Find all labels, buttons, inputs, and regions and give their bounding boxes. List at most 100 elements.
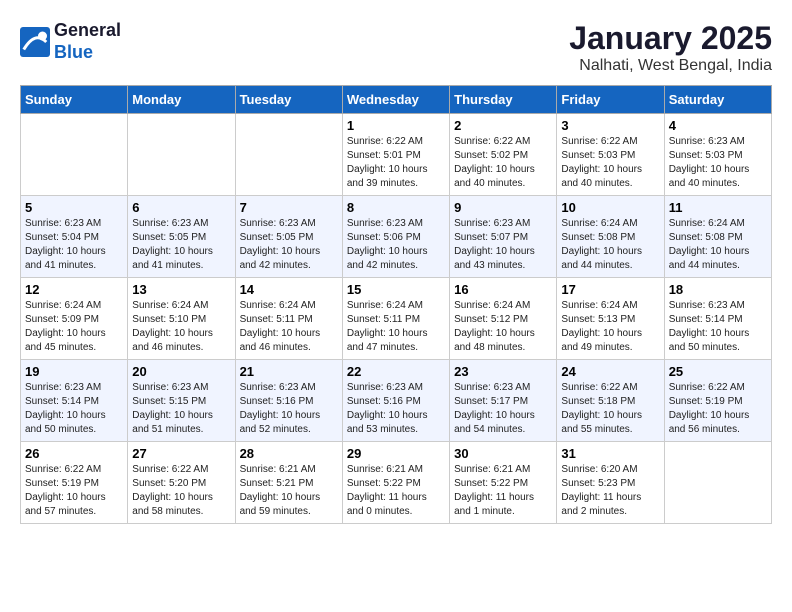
calendar-week-row: 19Sunrise: 6:23 AM Sunset: 5:14 PM Dayli… xyxy=(21,360,772,442)
calendar-cell: 28 Sunrise: 6:21 AM Sunset: 5:21 PM Dayli… xyxy=(235,442,342,524)
calendar-cell: 19Sunrise: 6:23 AM Sunset: 5:14 PM Dayli… xyxy=(21,360,128,442)
calendar-cell: 11Sunrise: 6:24 AM Sunset: 5:08 PM Dayli… xyxy=(664,196,771,278)
calendar-cell: 17Sunrise: 6:24 AM Sunset: 5:13 PM Dayli… xyxy=(557,278,664,360)
day-number: 23 xyxy=(454,364,552,379)
calendar-cell: 2 Sunrise: 6:22 AM Sunset: 5:02 PM Daylig… xyxy=(450,114,557,196)
calendar-cell: 8Sunrise: 6:23 AM Sunset: 5:06 PM Daylig… xyxy=(342,196,449,278)
weekday-header-monday: Monday xyxy=(128,86,235,114)
day-info: Sunrise: 6:21 AM Sunset: 5:22 PM Dayligh… xyxy=(347,463,445,519)
logo: General Blue xyxy=(20,20,121,63)
day-number: 29 xyxy=(347,446,445,461)
day-number: 15 xyxy=(347,282,445,297)
calendar-cell: 22 Sunrise: 6:23 AM Sunset: 5:16 PM Dayli… xyxy=(342,360,449,442)
calendar-cell xyxy=(21,114,128,196)
day-number: 12 xyxy=(25,282,123,297)
weekday-header-wednesday: Wednesday xyxy=(342,86,449,114)
day-info: Sunrise: 6:23 AM Sunset: 5:14 PM Dayligh… xyxy=(669,299,767,355)
day-number: 19 xyxy=(25,364,123,379)
day-info: Sunrise: 6:23 AM Sunset: 5:16 PM Dayligh… xyxy=(347,381,445,437)
calendar-cell: 24 Sunrise: 6:22 AM Sunset: 5:18 PM Dayli… xyxy=(557,360,664,442)
calendar-cell: 9Sunrise: 6:23 AM Sunset: 5:07 PM Daylig… xyxy=(450,196,557,278)
calendar-cell: 30Sunrise: 6:21 AM Sunset: 5:22 PM Dayli… xyxy=(450,442,557,524)
weekday-header-row: SundayMondayTuesdayWednesdayThursdayFrid… xyxy=(21,86,772,114)
day-number: 1 xyxy=(347,118,445,133)
calendar-cell: 26Sunrise: 6:22 AM Sunset: 5:19 PM Dayli… xyxy=(21,442,128,524)
day-info: Sunrise: 6:22 AM Sunset: 5:18 PM Dayligh… xyxy=(561,381,659,437)
calendar-cell: 12 Sunrise: 6:24 AM Sunset: 5:09 PM Dayli… xyxy=(21,278,128,360)
day-info: Sunrise: 6:23 AM Sunset: 5:07 PM Dayligh… xyxy=(454,217,552,273)
calendar-week-row: 1 Sunrise: 6:22 AM Sunset: 5:01 PM Daylig… xyxy=(21,114,772,196)
day-info: Sunrise: 6:24 AM Sunset: 5:09 PM Dayligh… xyxy=(25,299,123,355)
calendar-table: SundayMondayTuesdayWednesdayThursdayFrid… xyxy=(20,85,772,524)
page-header: General Blue January 2025 Nalhati, West … xyxy=(20,20,772,75)
weekday-header-saturday: Saturday xyxy=(664,86,771,114)
day-number: 24 xyxy=(561,364,659,379)
day-number: 5 xyxy=(25,200,123,215)
calendar-week-row: 12 Sunrise: 6:24 AM Sunset: 5:09 PM Dayli… xyxy=(21,278,772,360)
day-number: 13 xyxy=(132,282,230,297)
calendar-cell: 1 Sunrise: 6:22 AM Sunset: 5:01 PM Daylig… xyxy=(342,114,449,196)
calendar-cell: 23 Sunrise: 6:23 AM Sunset: 5:17 PM Dayli… xyxy=(450,360,557,442)
page-subtitle: Nalhati, West Bengal, India xyxy=(569,57,772,75)
day-info: Sunrise: 6:24 AM Sunset: 5:12 PM Dayligh… xyxy=(454,299,552,355)
day-number: 25 xyxy=(669,364,767,379)
day-info: Sunrise: 6:23 AM Sunset: 5:06 PM Dayligh… xyxy=(347,217,445,273)
day-info: Sunrise: 6:24 AM Sunset: 5:11 PM Dayligh… xyxy=(240,299,338,355)
day-number: 28 xyxy=(240,446,338,461)
day-info: Sunrise: 6:23 AM Sunset: 5:16 PM Dayligh… xyxy=(240,381,338,437)
day-number: 2 xyxy=(454,118,552,133)
day-number: 31 xyxy=(561,446,659,461)
day-number: 20 xyxy=(132,364,230,379)
day-number: 4 xyxy=(669,118,767,133)
page-title: January 2025 xyxy=(569,20,772,57)
day-info: Sunrise: 6:24 AM Sunset: 5:08 PM Dayligh… xyxy=(669,217,767,273)
calendar-cell: 27 Sunrise: 6:22 AM Sunset: 5:20 PM Dayli… xyxy=(128,442,235,524)
calendar-cell: 16 Sunrise: 6:24 AM Sunset: 5:12 PM Dayli… xyxy=(450,278,557,360)
day-number: 3 xyxy=(561,118,659,133)
weekday-header-sunday: Sunday xyxy=(21,86,128,114)
day-info: Sunrise: 6:22 AM Sunset: 5:19 PM Dayligh… xyxy=(669,381,767,437)
day-info: Sunrise: 6:23 AM Sunset: 5:03 PM Dayligh… xyxy=(669,135,767,191)
title-block: January 2025 Nalhati, West Bengal, India xyxy=(569,20,772,75)
calendar-cell: 3 Sunrise: 6:22 AM Sunset: 5:03 PM Daylig… xyxy=(557,114,664,196)
day-info: Sunrise: 6:24 AM Sunset: 5:11 PM Dayligh… xyxy=(347,299,445,355)
day-number: 27 xyxy=(132,446,230,461)
day-number: 21 xyxy=(240,364,338,379)
calendar-week-row: 5Sunrise: 6:23 AM Sunset: 5:04 PM Daylig… xyxy=(21,196,772,278)
day-info: Sunrise: 6:22 AM Sunset: 5:02 PM Dayligh… xyxy=(454,135,552,191)
day-info: Sunrise: 6:24 AM Sunset: 5:08 PM Dayligh… xyxy=(561,217,659,273)
calendar-cell: 5Sunrise: 6:23 AM Sunset: 5:04 PM Daylig… xyxy=(21,196,128,278)
calendar-cell: 7 Sunrise: 6:23 AM Sunset: 5:05 PM Daylig… xyxy=(235,196,342,278)
calendar-cell: 13 Sunrise: 6:24 AM Sunset: 5:10 PM Dayli… xyxy=(128,278,235,360)
calendar-cell: 20 Sunrise: 6:23 AM Sunset: 5:15 PM Dayli… xyxy=(128,360,235,442)
day-number: 16 xyxy=(454,282,552,297)
weekday-header-thursday: Thursday xyxy=(450,86,557,114)
weekday-header-tuesday: Tuesday xyxy=(235,86,342,114)
calendar-cell: 4 Sunrise: 6:23 AM Sunset: 5:03 PM Daylig… xyxy=(664,114,771,196)
day-info: Sunrise: 6:23 AM Sunset: 5:17 PM Dayligh… xyxy=(454,381,552,437)
day-info: Sunrise: 6:22 AM Sunset: 5:20 PM Dayligh… xyxy=(132,463,230,519)
day-number: 30 xyxy=(454,446,552,461)
day-info: Sunrise: 6:22 AM Sunset: 5:19 PM Dayligh… xyxy=(25,463,123,519)
day-info: Sunrise: 6:23 AM Sunset: 5:05 PM Dayligh… xyxy=(240,217,338,273)
day-info: Sunrise: 6:22 AM Sunset: 5:03 PM Dayligh… xyxy=(561,135,659,191)
day-number: 22 xyxy=(347,364,445,379)
day-info: Sunrise: 6:22 AM Sunset: 5:01 PM Dayligh… xyxy=(347,135,445,191)
day-info: Sunrise: 6:24 AM Sunset: 5:10 PM Dayligh… xyxy=(132,299,230,355)
day-number: 7 xyxy=(240,200,338,215)
calendar-cell: 18 Sunrise: 6:23 AM Sunset: 5:14 PM Dayli… xyxy=(664,278,771,360)
day-info: Sunrise: 6:20 AM Sunset: 5:23 PM Dayligh… xyxy=(561,463,659,519)
calendar-cell: 15 Sunrise: 6:24 AM Sunset: 5:11 PM Dayli… xyxy=(342,278,449,360)
day-number: 10 xyxy=(561,200,659,215)
day-number: 6 xyxy=(132,200,230,215)
calendar-cell: 21 Sunrise: 6:23 AM Sunset: 5:16 PM Dayli… xyxy=(235,360,342,442)
day-info: Sunrise: 6:23 AM Sunset: 5:15 PM Dayligh… xyxy=(132,381,230,437)
calendar-cell xyxy=(128,114,235,196)
day-info: Sunrise: 6:21 AM Sunset: 5:21 PM Dayligh… xyxy=(240,463,338,519)
day-number: 18 xyxy=(669,282,767,297)
calendar-cell xyxy=(664,442,771,524)
calendar-cell: 10 Sunrise: 6:24 AM Sunset: 5:08 PM Dayli… xyxy=(557,196,664,278)
calendar-cell: 25 Sunrise: 6:22 AM Sunset: 5:19 PM Dayli… xyxy=(664,360,771,442)
calendar-cell: 14Sunrise: 6:24 AM Sunset: 5:11 PM Dayli… xyxy=(235,278,342,360)
calendar-cell: 31 Sunrise: 6:20 AM Sunset: 5:23 PM Dayli… xyxy=(557,442,664,524)
